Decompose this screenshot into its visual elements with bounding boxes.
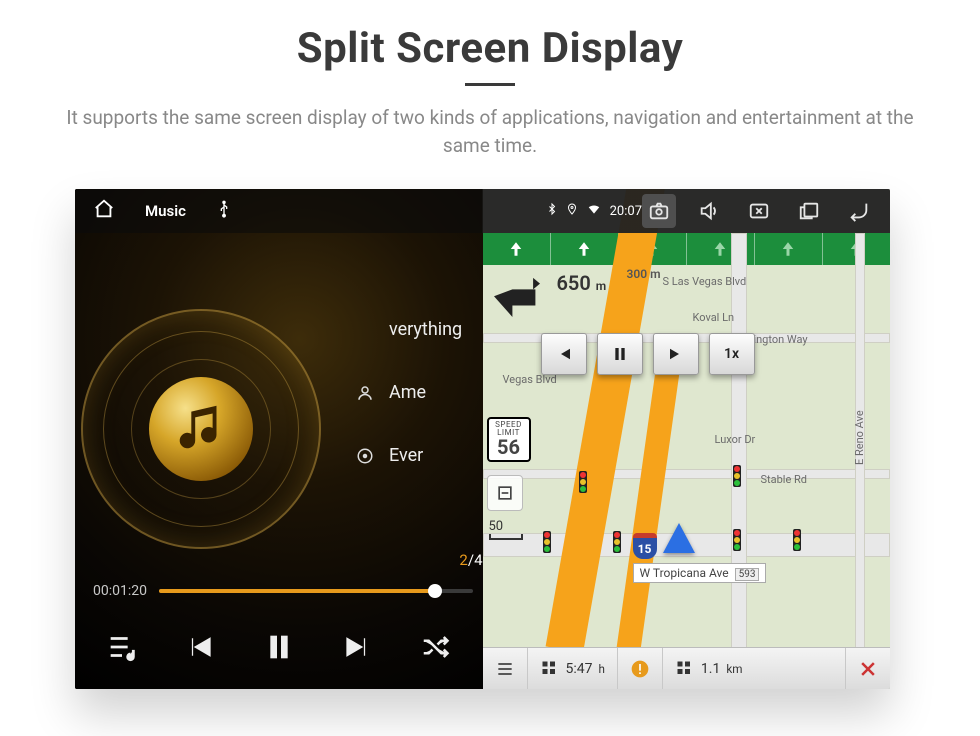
nav-bottom-bar: 5:47 h 1.1 km — [483, 647, 891, 689]
music-note-icon — [149, 377, 253, 481]
route-pause-button[interactable] — [597, 333, 643, 375]
traffic-light-icon — [733, 465, 741, 487]
page-description: It supports the same screen display of t… — [50, 104, 930, 159]
volume-button[interactable] — [692, 194, 726, 228]
track-list: verything Ame Ever — [355, 319, 475, 466]
traffic-light-icon — [613, 531, 621, 553]
zoom-out-button[interactable] — [487, 475, 523, 511]
scale-value: 50 — [489, 519, 504, 534]
status-icons: 20:07 — [546, 202, 642, 220]
eta-unit: h — [599, 662, 605, 676]
page-indicator: 2/4 — [459, 551, 482, 569]
wifi-icon — [586, 202, 602, 220]
system-top-bar: Music 20:07 — [75, 189, 890, 233]
route-shield: 15 — [633, 533, 657, 559]
menu-button[interactable] — [483, 648, 528, 689]
turn-left-icon — [487, 271, 547, 317]
road — [731, 233, 747, 689]
next-turn-unit: m — [650, 267, 660, 281]
page-total: 4 — [474, 551, 482, 569]
close-nav-button[interactable] — [846, 648, 890, 689]
route-forward-button[interactable] — [653, 333, 699, 375]
dist-value: 1.1 — [701, 661, 720, 677]
road-label-current: W Tropicana Ave 593 — [633, 563, 767, 583]
recent-apps-button[interactable] — [792, 194, 826, 228]
status-clock: 20:07 — [610, 204, 642, 219]
bluetooth-icon — [546, 202, 558, 220]
lane-arrow-icon — [755, 233, 823, 265]
title-underline — [465, 83, 515, 86]
eta-readout: 5:47 h — [528, 648, 618, 689]
road — [483, 469, 891, 479]
road-label: Koval Ln — [693, 311, 735, 324]
turn-distance: 650 — [557, 271, 591, 295]
current-position-icon — [663, 523, 695, 553]
track-artist: Ame — [389, 382, 426, 403]
lane-guidance-bar — [483, 233, 891, 265]
back-button[interactable] — [842, 194, 876, 228]
next-turn-distance: 300 — [627, 267, 648, 281]
turn-unit: m — [596, 279, 606, 293]
track-row-artist[interactable]: Ame — [355, 382, 475, 403]
traffic-light-icon — [793, 529, 801, 551]
road-label: E Reno Ave — [853, 410, 866, 465]
track-album: Ever — [389, 445, 423, 466]
warning-button[interactable] — [618, 648, 663, 689]
topbar-app-label: Music — [145, 202, 186, 220]
lane-arrow-icon — [483, 233, 551, 265]
prev-track-button[interactable] — [176, 623, 224, 671]
progress-track[interactable] — [159, 589, 473, 593]
page-title: Split Screen Display — [0, 24, 980, 73]
traffic-light-icon — [543, 531, 551, 553]
track-row-current[interactable]: verything — [355, 319, 475, 340]
shuffle-button[interactable] — [411, 623, 459, 671]
track-row-album[interactable]: Ever — [355, 445, 475, 466]
device-frame: Music 20:07 — [75, 189, 890, 689]
progress-knob[interactable] — [428, 584, 442, 598]
close-app-button[interactable] — [742, 194, 776, 228]
elapsed-time: 00:01:20 — [93, 583, 147, 599]
track-title: verything — [389, 319, 462, 340]
route-rewind-button[interactable] — [541, 333, 587, 375]
turn-panel: 650 m 300 m — [487, 271, 607, 317]
dist-unit: km — [726, 662, 742, 676]
usb-icon[interactable] — [216, 199, 232, 223]
map-scale: 50 — [489, 519, 523, 540]
person-icon — [355, 384, 375, 402]
music-controls — [75, 623, 483, 671]
route-playback-controls: 1x — [541, 333, 755, 375]
home-icon[interactable] — [93, 198, 115, 224]
music-pane: verything Ame Ever 2/4 00:01:20 — [75, 189, 483, 689]
exit-number: 593 — [735, 568, 760, 581]
road-name: W Tropicana Ave — [640, 566, 729, 580]
distance-readout: 1.1 km — [663, 648, 846, 689]
album-art-disc[interactable] — [81, 309, 321, 549]
road-label: Luxor Dr — [715, 433, 756, 446]
map-canvas[interactable]: S Las Vegas Blvd Koval Ln Duke Ellington… — [483, 233, 891, 689]
screenshot-button[interactable] — [642, 194, 676, 228]
progress-bar[interactable]: 00:01:20 — [93, 583, 473, 599]
eta-value: 5:47 — [566, 661, 593, 677]
lane-arrow-icon — [551, 233, 619, 265]
traffic-light-icon — [733, 529, 741, 551]
location-icon — [566, 202, 578, 220]
speed-limit-sign: SPEED LIMIT 56 — [487, 417, 531, 462]
next-track-button[interactable] — [333, 623, 381, 671]
page-current: 2 — [459, 551, 467, 569]
pause-button[interactable] — [255, 623, 303, 671]
speed-value: 56 — [489, 437, 529, 457]
disc-icon — [355, 447, 375, 465]
navigation-pane: S Las Vegas Blvd Koval Ln Duke Ellington… — [483, 189, 891, 689]
traffic-light-icon — [579, 471, 587, 493]
playlist-button[interactable] — [98, 623, 146, 671]
route-speed-button[interactable]: 1x — [709, 333, 755, 375]
road-label: Stable Rd — [761, 473, 808, 486]
